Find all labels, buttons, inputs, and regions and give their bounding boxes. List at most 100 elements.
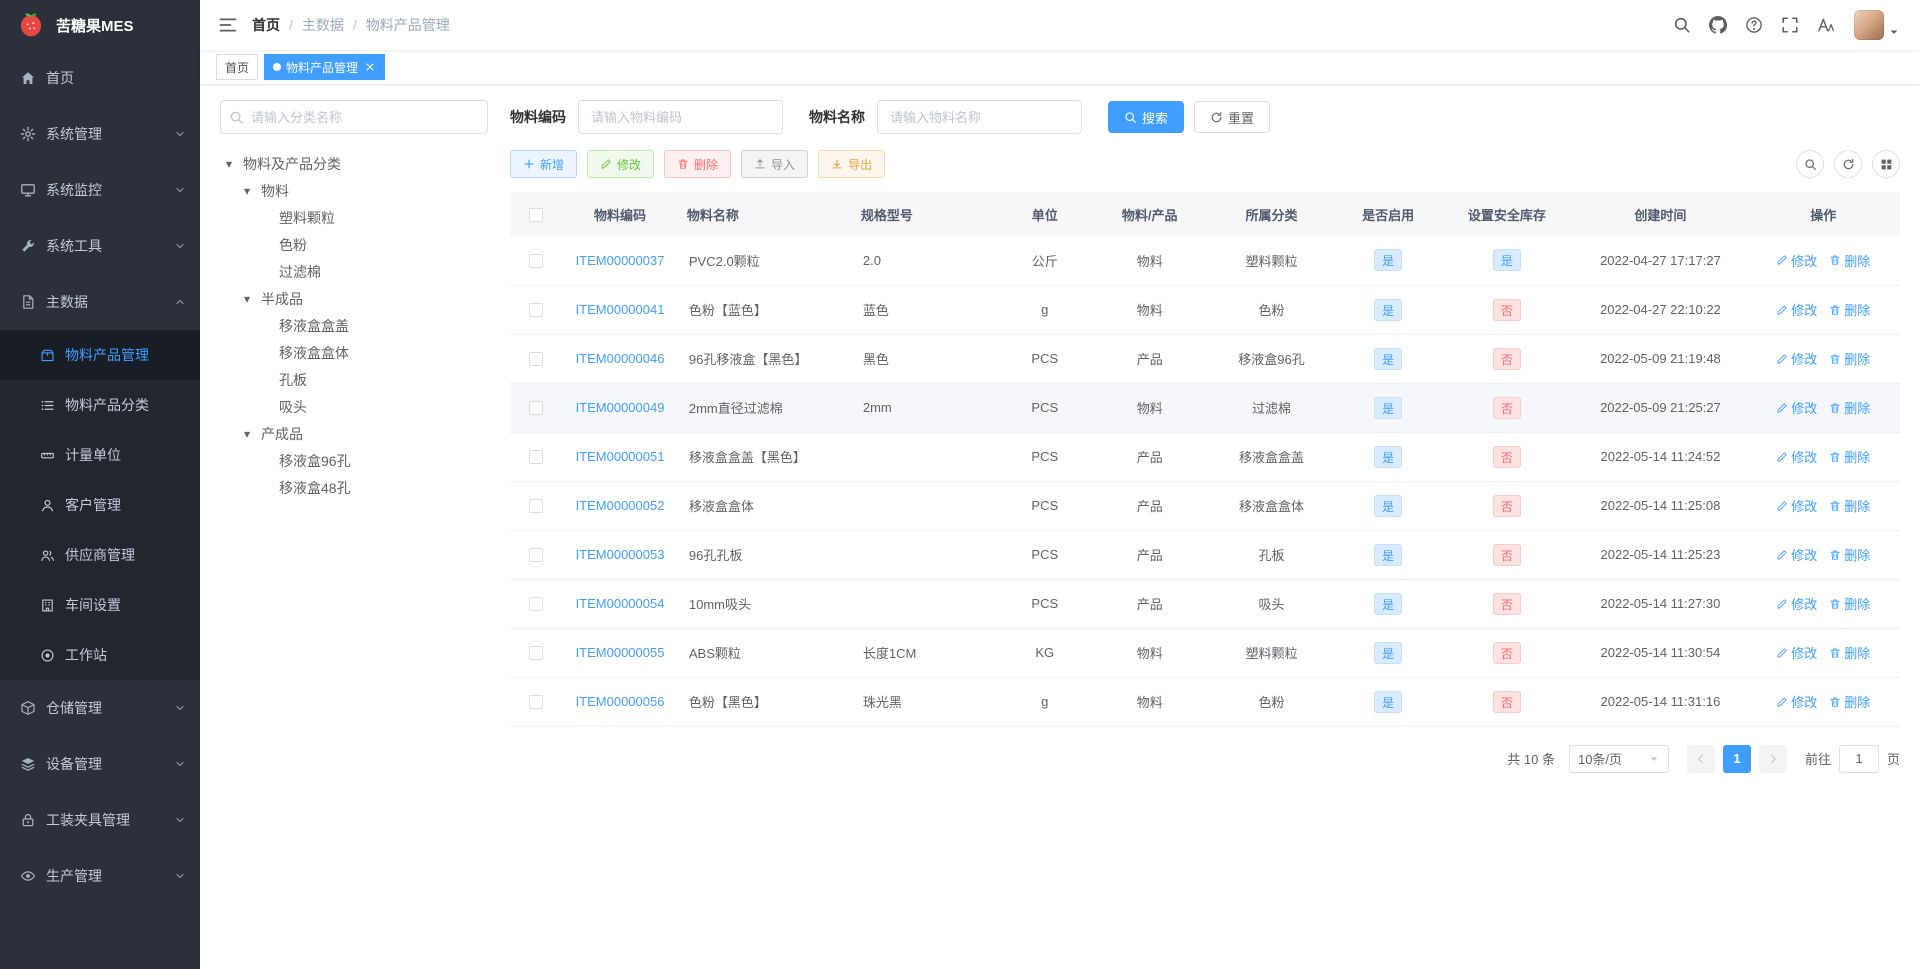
material-code-link[interactable]: ITEM00000055 (576, 645, 665, 660)
import-button[interactable]: 导入 (741, 150, 809, 178)
material-code-input[interactable] (578, 100, 783, 134)
tree-node[interactable]: ▾ 物料 (220, 177, 488, 204)
row-checkbox[interactable] (528, 254, 543, 269)
material-code-link[interactable]: ITEM00000037 (576, 253, 665, 268)
delete-button[interactable]: 删除 (664, 150, 732, 178)
column-header[interactable]: 单位 (996, 192, 1094, 236)
delete-link[interactable]: 删除 (1829, 594, 1870, 613)
material-code-link[interactable]: ITEM00000046 (576, 351, 665, 366)
page-size-select[interactable]: 10条/页 (1568, 744, 1669, 773)
navbar-search-button[interactable] (1664, 0, 1700, 50)
sidebar-item-master-data[interactable]: 主数据 (0, 274, 200, 330)
sidebar-item-equipment-management[interactable]: 设备管理 (0, 736, 200, 792)
edit-link[interactable]: 修改 (1776, 496, 1817, 515)
edit-link[interactable]: 修改 (1776, 251, 1817, 270)
material-code-link[interactable]: ITEM00000054 (576, 596, 665, 611)
tree-node[interactable]: 移液盒盒体 (220, 339, 488, 366)
material-code-link[interactable]: ITEM00000053 (576, 547, 665, 562)
navbar-help-button[interactable] (1736, 0, 1772, 50)
prev-page-button[interactable] (1686, 744, 1715, 773)
delete-link[interactable]: 删除 (1829, 692, 1870, 711)
edit-link[interactable]: 修改 (1776, 692, 1817, 711)
material-code-link[interactable]: ITEM00000051 (576, 449, 665, 464)
column-header[interactable]: 物料编码 (561, 192, 679, 236)
refresh-button[interactable] (1834, 150, 1862, 178)
edit-link[interactable]: 修改 (1776, 349, 1817, 368)
sidebar-item-workshop-settings[interactable]: 车间设置 (0, 580, 200, 630)
sidebar-item-workstation[interactable]: 工作站 (0, 630, 200, 680)
reset-button[interactable]: 重置 (1194, 101, 1271, 133)
tree-node[interactable]: ▾ 物料及产品分类 (220, 150, 488, 177)
delete-link[interactable]: 删除 (1829, 349, 1870, 368)
tree-node[interactable]: 移液盒96孔 (220, 447, 488, 474)
sidebar-item-supplier-management[interactable]: 供应商管理 (0, 530, 200, 580)
edit-link[interactable]: 修改 (1776, 398, 1817, 417)
goto-page-input[interactable] (1838, 744, 1879, 773)
tree-node[interactable]: 移液盒盒盖 (220, 312, 488, 339)
column-header[interactable]: 所属分类 (1205, 192, 1337, 236)
edit-link[interactable]: 修改 (1776, 594, 1817, 613)
column-header[interactable]: 设置安全库存 (1439, 192, 1575, 236)
delete-link[interactable]: 删除 (1829, 300, 1870, 319)
sidebar-item-warehouse-management[interactable]: 仓储管理 (0, 680, 200, 736)
row-checkbox[interactable] (528, 450, 543, 465)
columns-button[interactable] (1872, 150, 1900, 178)
delete-link[interactable]: 删除 (1829, 643, 1870, 662)
tree-expand-caret-icon[interactable]: ▾ (244, 292, 261, 306)
column-header[interactable]: 规格型号 (852, 192, 997, 236)
category-search-input[interactable] (220, 100, 488, 134)
row-checkbox[interactable] (528, 352, 543, 367)
row-checkbox[interactable] (528, 499, 543, 514)
material-code-link[interactable]: ITEM00000056 (576, 694, 665, 709)
tree-node[interactable]: 吸头 (220, 393, 488, 420)
tree-expand-caret-icon[interactable]: ▾ (244, 427, 261, 441)
next-page-button[interactable] (1758, 744, 1787, 773)
avatar[interactable] (1854, 10, 1884, 40)
tree-node[interactable]: 色粉 (220, 231, 488, 258)
breadcrumb-item-master-data[interactable]: 主数据 (302, 15, 344, 35)
sidebar-item-system-monitoring[interactable]: 系统监控 (0, 162, 200, 218)
material-name-input[interactable] (877, 100, 1082, 134)
search-toggle-button[interactable] (1796, 150, 1824, 178)
sidebar-item-material-product-management[interactable]: 物料产品管理 (0, 330, 200, 380)
tree-expand-caret-icon[interactable]: ▾ (244, 184, 261, 198)
sidebar-item-home[interactable]: 首页 (0, 50, 200, 106)
tree-expand-caret-icon[interactable]: ▾ (226, 157, 243, 171)
breadcrumb-item-home[interactable]: 首页 (252, 15, 280, 35)
column-header[interactable]: 物料名称 (678, 192, 853, 236)
add-button[interactable]: 新增 (510, 150, 578, 178)
edit-link[interactable]: 修改 (1776, 447, 1817, 466)
sidebar-toggle-icon[interactable] (218, 15, 238, 35)
sidebar-item-system-tools[interactable]: 系统工具 (0, 218, 200, 274)
column-header[interactable]: 操作 (1746, 192, 1900, 236)
sidebar-item-fixture-management[interactable]: 工装夹具管理 (0, 792, 200, 848)
tab-material-product-management[interactable]: 物料产品管理 (264, 54, 386, 80)
sidebar-item-production-management[interactable]: 生产管理 (0, 848, 200, 904)
search-button[interactable]: 搜索 (1108, 101, 1185, 133)
material-code-link[interactable]: ITEM00000049 (576, 400, 665, 415)
close-icon[interactable] (364, 61, 376, 73)
delete-link[interactable]: 删除 (1829, 496, 1870, 515)
row-checkbox[interactable] (528, 401, 543, 416)
tree-node[interactable]: 塑料颗粒 (220, 204, 488, 231)
navbar-github-button[interactable] (1700, 0, 1736, 50)
edit-link[interactable]: 修改 (1776, 300, 1817, 319)
navbar-font-size-button[interactable] (1808, 0, 1844, 50)
tree-node[interactable]: 孔板 (220, 366, 488, 393)
delete-link[interactable]: 删除 (1829, 251, 1870, 270)
app-logo[interactable]: 苦糖果MES (0, 0, 200, 50)
navbar-fullscreen-button[interactable] (1772, 0, 1808, 50)
row-checkbox[interactable] (528, 597, 543, 612)
row-checkbox[interactable] (528, 548, 543, 563)
row-checkbox[interactable] (528, 695, 543, 710)
tree-node[interactable]: ▾ 半成品 (220, 285, 488, 312)
delete-link[interactable]: 删除 (1829, 545, 1870, 564)
edit-link[interactable]: 修改 (1776, 545, 1817, 564)
user-menu[interactable] (1854, 10, 1900, 40)
material-code-link[interactable]: ITEM00000052 (576, 498, 665, 513)
tree-node[interactable]: 过滤棉 (220, 258, 488, 285)
edit-link[interactable]: 修改 (1776, 643, 1817, 662)
sidebar-item-material-product-category[interactable]: 物料产品分类 (0, 380, 200, 430)
sidebar-item-customer-management[interactable]: 客户管理 (0, 480, 200, 530)
delete-link[interactable]: 删除 (1829, 447, 1870, 466)
